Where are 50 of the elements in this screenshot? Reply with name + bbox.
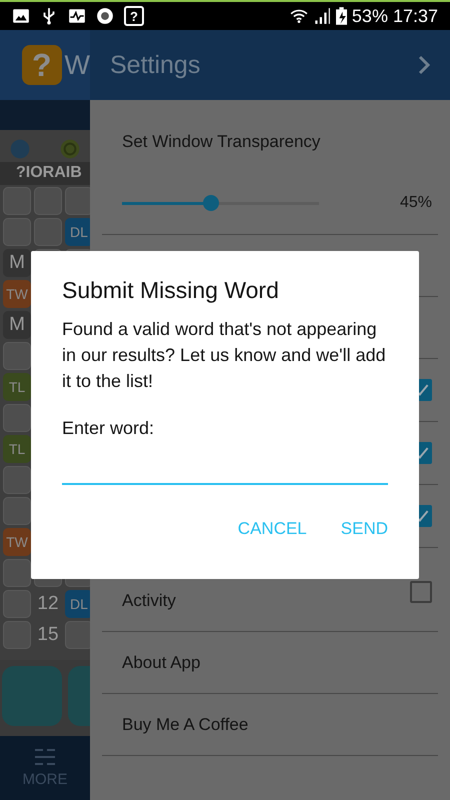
score-number: 15 <box>36 623 60 647</box>
word-label: ?IORAIB <box>0 162 90 185</box>
dialog-button[interactable]: SEND <box>330 513 398 545</box>
board-tile <box>34 218 62 246</box>
letter-tile <box>2 666 62 726</box>
board-tile <box>3 404 31 432</box>
transparency-value: 45% <box>400 194 432 212</box>
app-title: W <box>64 50 90 80</box>
bonus-tile: TL <box>3 373 31 401</box>
board-tile <box>3 187 31 215</box>
menu-icon <box>35 748 55 764</box>
record-icon <box>96 7 114 25</box>
help-icon: ? <box>124 6 144 26</box>
logo-icon: ? <box>22 45 62 85</box>
board-tile <box>3 590 31 618</box>
pulse-icon <box>68 7 86 25</box>
board-tile <box>3 559 31 587</box>
dialog-button[interactable]: CANCEL <box>228 513 317 545</box>
score-number: 12 <box>36 592 60 616</box>
board-tile <box>3 342 31 370</box>
checkbox[interactable] <box>410 580 432 602</box>
battery-percent: 53% <box>352 6 388 26</box>
board-tile <box>3 466 31 494</box>
bonus-tile: TW <box>3 280 31 308</box>
image-icon <box>12 7 30 25</box>
dialog-title: Submit Missing Word <box>62 277 280 304</box>
bonus-tile: TL <box>3 435 31 463</box>
bonus-tile: DL <box>65 590 90 618</box>
word-letter: M <box>3 249 31 277</box>
board-tile <box>3 218 31 246</box>
field-label: Enter word: <box>62 418 156 439</box>
setting-label[interactable]: Activity <box>122 589 176 613</box>
board-tile <box>34 187 62 215</box>
setting-label: Set Window Transparency <box>122 132 322 152</box>
chevron-right-icon[interactable] <box>418 55 430 75</box>
board-tile <box>65 621 90 649</box>
bonus-tile: DL <box>65 218 90 246</box>
bonus-tile: TW <box>3 528 31 556</box>
wifi-icon <box>290 7 308 25</box>
setting-label[interactable]: Buy Me A Coffee <box>122 712 248 736</box>
board-tile <box>3 497 31 525</box>
board-tile <box>3 621 31 649</box>
setting-label[interactable]: About App <box>122 650 200 674</box>
battery-icon <box>336 7 347 25</box>
board-tile <box>65 187 90 215</box>
drawer-title: Settings <box>110 50 200 80</box>
clock: 17:37 <box>392 6 438 26</box>
signal-icon <box>312 7 331 25</box>
dialog-message: Found a valid word that's not appearing in our results? Let us know and we'll add it to the list! <box>62 318 387 393</box>
word-letter: M <box>3 311 31 339</box>
